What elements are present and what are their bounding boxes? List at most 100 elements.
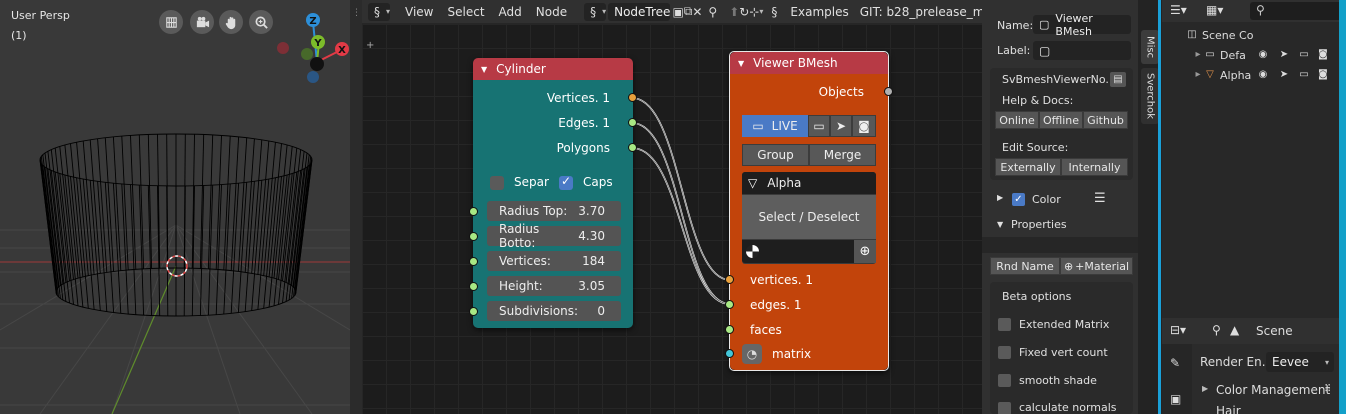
node-name-field[interactable]: ▢ Viewer BMesh bbox=[1033, 12, 1131, 38]
output-socket-edges[interactable] bbox=[628, 118, 637, 127]
render-visibility-button[interactable]: ◙ bbox=[852, 115, 876, 137]
add-material-button[interactable]: ⊕ +Material bbox=[1060, 257, 1133, 275]
matrix-icon: ◔ bbox=[742, 344, 762, 364]
output-socket-objects[interactable] bbox=[884, 87, 893, 96]
online-docs-button[interactable]: Online bbox=[995, 111, 1039, 129]
properties-editor[interactable]: ⊟▾ ⚲ ▲ Scene ✎ ▣ Render En.. Eevee ▾ ▶ C… bbox=[1162, 318, 1339, 414]
viewer-bmesh-node[interactable]: ▼ Viewer BMesh Objects ▭ LIVE ▭ ➤ ◙ Group … bbox=[725, 51, 893, 371]
selectable-button[interactable]: ➤ bbox=[830, 115, 852, 137]
select-deselect-label: Select / Deselect bbox=[758, 210, 860, 224]
input-socket-radius-bottom[interactable] bbox=[469, 232, 478, 241]
outliner-row-alpha[interactable]: ▸ ▽ Alpha ◉ ➤ ▭ ◙ bbox=[1162, 66, 1346, 86]
area-divider[interactable]: ⋮ bbox=[350, 0, 362, 414]
field-label: Radius Top: bbox=[499, 204, 568, 218]
input-socket-height[interactable] bbox=[469, 282, 478, 291]
input-socket-subdivisions[interactable] bbox=[469, 307, 478, 316]
outliner-row-scene-collection[interactable]: ◫ Scene Co bbox=[1162, 26, 1346, 46]
expand-triangle-icon[interactable]: ▶ bbox=[1202, 384, 1208, 393]
3d-viewport[interactable]: User Persp (1) Z X Y bbox=[0, 0, 362, 414]
chevron-down-icon: ▾ bbox=[1324, 357, 1329, 367]
input-socket-vertices[interactable] bbox=[725, 275, 734, 284]
merge-label: Merge bbox=[823, 148, 862, 162]
field-label: Vertices: bbox=[499, 254, 551, 268]
vertices-field[interactable]: Vertices: 184 bbox=[487, 251, 621, 271]
cylinder-wireframe[interactable] bbox=[39, 133, 313, 317]
select-arrow-icon[interactable]: ➤ bbox=[1278, 49, 1290, 61]
add-material-icon[interactable]: ⊕ bbox=[854, 240, 876, 263]
collapse-icon[interactable]: ▼ bbox=[481, 65, 487, 74]
color-management-panel[interactable]: Color Management bbox=[1216, 383, 1330, 397]
zoom-view-button[interactable] bbox=[249, 10, 273, 34]
object-name-field[interactable]: ▽ Alpha bbox=[742, 172, 876, 194]
node-sidebar: Name: ▢ Viewer BMesh Label: ▢ SvBmeshView… bbox=[982, 0, 1138, 414]
outliner-search-field[interactable]: ⚲ bbox=[1250, 2, 1346, 20]
input-socket-edges[interactable] bbox=[725, 300, 734, 309]
eye-icon[interactable]: ◉ bbox=[1257, 49, 1269, 61]
extended-matrix-checkbox[interactable] bbox=[998, 318, 1011, 331]
gizmo-x-label: X bbox=[338, 45, 346, 56]
offline-docs-button[interactable]: Offline bbox=[1039, 111, 1083, 129]
tab-misc[interactable]: Misc bbox=[1141, 30, 1159, 64]
node-label-field[interactable]: ▢ bbox=[1033, 41, 1131, 60]
pan-view-button[interactable] bbox=[219, 10, 243, 34]
output-socket-vertices[interactable] bbox=[628, 93, 637, 102]
expand-triangle-icon[interactable]: ▶ bbox=[997, 193, 1003, 202]
monitor-icon[interactable]: ▭ bbox=[1298, 49, 1310, 61]
collapse-icon[interactable]: ▼ bbox=[738, 59, 744, 68]
radius-bottom-field[interactable]: Radius Botto: 4.30 bbox=[487, 222, 621, 250]
select-deselect-button[interactable]: Select / Deselect bbox=[742, 195, 876, 239]
viewer-node-header[interactable]: ▼ Viewer BMesh bbox=[730, 52, 888, 74]
group-button[interactable]: Group bbox=[742, 144, 809, 166]
gizmo-z-label: Z bbox=[309, 16, 316, 27]
pin-icon[interactable]: ⚲ bbox=[1212, 323, 1221, 337]
hair-panel[interactable]: Hair bbox=[1216, 404, 1241, 414]
merge-button[interactable]: Merge bbox=[809, 144, 876, 166]
camera-icon[interactable]: ◙ bbox=[1317, 49, 1329, 61]
mesh-triangle-icon: ▽ bbox=[748, 176, 758, 190]
separate-checkbox[interactable] bbox=[490, 176, 504, 190]
calculate-normals-checkbox[interactable] bbox=[998, 402, 1011, 414]
select-arrow-icon[interactable]: ➤ bbox=[1278, 69, 1290, 81]
tab-sverchok[interactable]: Sverchok bbox=[1141, 68, 1159, 124]
outliner-editor-icon[interactable]: ☰▾ bbox=[1170, 3, 1187, 17]
subdivisions-field[interactable]: Subdivisions: 0 bbox=[487, 301, 621, 321]
render-engine-dropdown[interactable]: Eevee ▾ bbox=[1266, 352, 1334, 372]
fixed-vert-count-checkbox[interactable] bbox=[998, 346, 1011, 359]
live-toggle-button[interactable]: ▭ LIVE bbox=[742, 115, 808, 137]
random-name-button[interactable]: Rnd Name bbox=[990, 257, 1060, 275]
node-editor[interactable]: § ▾ View Select Add Node § ▾ NodeTree ▣ ⧉ … bbox=[362, 0, 982, 414]
input-socket-faces[interactable] bbox=[725, 325, 734, 334]
monitor-icon[interactable]: ▭ bbox=[1298, 69, 1310, 81]
radius-top-field[interactable]: Radius Top: 3.70 bbox=[487, 201, 621, 221]
edit-externally-button[interactable]: Externally bbox=[995, 158, 1061, 176]
output-socket-polygons[interactable] bbox=[628, 143, 637, 152]
cylinder-node[interactable]: ▼ Cylinder Vertices. 1 Edges. 1 Polygons … bbox=[469, 58, 637, 328]
input-socket-radius-top[interactable] bbox=[469, 207, 478, 216]
cylinder-node-header[interactable]: ▼ Cylinder bbox=[473, 58, 633, 80]
render-icon[interactable]: ▣ bbox=[1170, 392, 1181, 406]
outliner[interactable]: ☰▾ ▦▾ ⚲ ◫ Scene Co ▸ ▭ Defa ◉ ➤ ▭ ◙ ▸ ▽ … bbox=[1162, 0, 1346, 318]
drag-handle-icon[interactable]: ⠿ bbox=[1324, 384, 1331, 395]
edit-internally-button[interactable]: Internally bbox=[1061, 158, 1128, 176]
height-field[interactable]: Height: 3.05 bbox=[487, 276, 621, 296]
collapse-triangle-icon[interactable]: ▼ bbox=[997, 220, 1003, 229]
camera-icon[interactable]: ◙ bbox=[1317, 69, 1329, 81]
display-mode-icon[interactable]: ▦▾ bbox=[1206, 3, 1223, 17]
color-checkbox[interactable]: ✓ bbox=[1012, 193, 1025, 206]
viewport-visibility-button[interactable]: ▭ bbox=[808, 115, 830, 137]
caps-checkbox[interactable] bbox=[559, 174, 573, 190]
input-socket-matrix[interactable] bbox=[725, 349, 734, 358]
list-icon[interactable]: ☰ bbox=[1094, 191, 1106, 206]
view-source-icon[interactable]: ▤ bbox=[1110, 72, 1126, 87]
camera-view-button[interactable] bbox=[190, 10, 214, 34]
outliner-row-collection[interactable]: ▸ ▭ Defa ◉ ➤ ▭ ◙ bbox=[1162, 46, 1346, 66]
input-socket-vertices[interactable] bbox=[469, 257, 478, 266]
github-docs-button[interactable]: Github bbox=[1083, 111, 1128, 129]
material-slot[interactable]: ⊕ bbox=[742, 240, 876, 263]
camera-grid-button[interactable] bbox=[159, 10, 183, 34]
eye-icon[interactable]: ◉ bbox=[1257, 69, 1269, 81]
tool-settings-icon[interactable]: ✎ bbox=[1170, 356, 1180, 370]
properties-editor-icon[interactable]: ⊟▾ bbox=[1170, 323, 1186, 337]
smooth-shade-checkbox[interactable] bbox=[998, 374, 1011, 387]
navigation-gizmo[interactable]: Z X Y bbox=[277, 8, 357, 88]
